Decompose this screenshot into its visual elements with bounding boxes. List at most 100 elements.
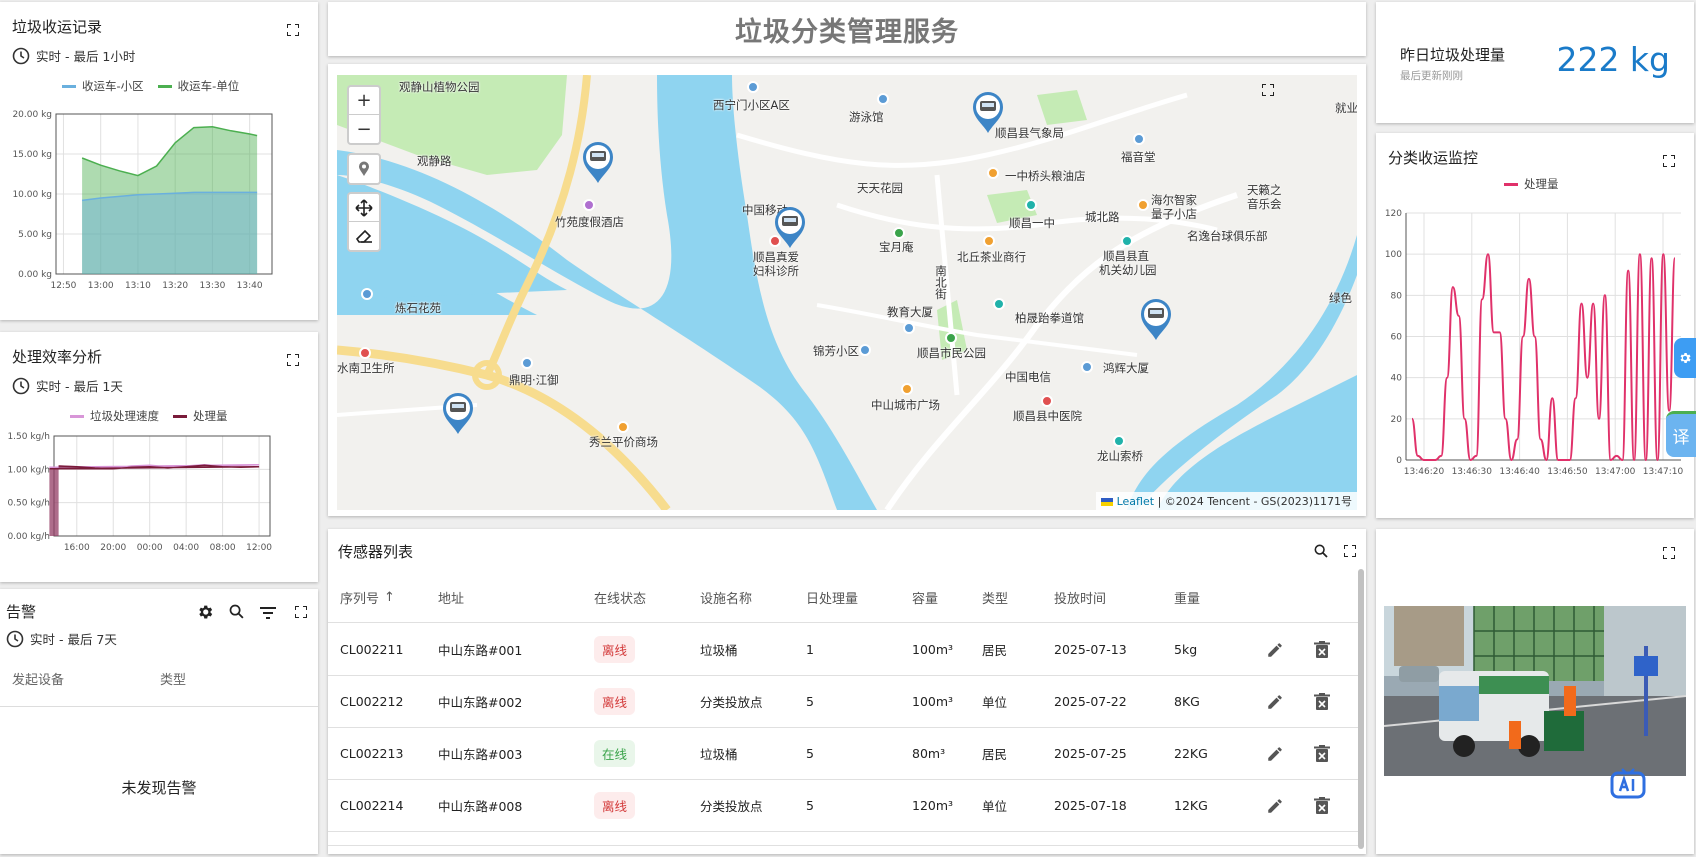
fullscreen-icon[interactable]: [1344, 545, 1356, 557]
move-icon[interactable]: [349, 194, 379, 222]
sort-arrow-up-icon[interactable]: ↑: [384, 590, 395, 605]
ai-assistant-icon[interactable]: [1608, 765, 1648, 805]
map-label: 鸿辉大厦: [1103, 361, 1149, 375]
poi-icon[interactable]: [1081, 361, 1093, 373]
map-label: 南北街: [934, 265, 948, 300]
fullscreen-icon[interactable]: [1262, 84, 1274, 96]
settings-side-tab[interactable]: [1674, 338, 1696, 378]
poi-icon[interactable]: [983, 235, 995, 247]
map-canvas[interactable]: 观静山植物公园 西宁门小区A区 游泳馆 顺昌县气象局 福音堂 观静路 一中桥头粮…: [337, 75, 1357, 510]
poi-icon[interactable]: [859, 344, 871, 356]
bus-marker-icon[interactable]: [441, 391, 475, 435]
cell-name: 垃圾桶: [700, 747, 738, 762]
x-tick-label: 13:30: [199, 281, 225, 291]
cell-status: 离线: [594, 624, 636, 675]
edit-icon[interactable]: [1266, 676, 1284, 727]
column-header[interactable]: 地址: [438, 573, 464, 622]
poi-icon[interactable]: [893, 227, 905, 239]
legend-item[interactable]: 处理量: [173, 408, 228, 424]
clock-icon: [12, 377, 30, 394]
poi-icon[interactable]: [1121, 235, 1133, 247]
settings-icon[interactable]: [196, 603, 214, 625]
poi-icon[interactable]: [1113, 435, 1125, 447]
table-row[interactable]: CL002213 中山东路#003 在线 垃圾桶 5 80m³ 居民 2025-07-25 22…: [328, 728, 1358, 780]
y-tick-label: 1.00 kg/h: [7, 465, 50, 475]
poi-icon[interactable]: [1041, 395, 1053, 407]
delete-icon[interactable]: [1314, 780, 1330, 831]
fullscreen-icon[interactable]: [1663, 155, 1675, 167]
poi-icon[interactable]: [993, 298, 1005, 310]
column-header[interactable]: 设施名称: [700, 573, 752, 622]
table-row[interactable]: CL002211 中山东路#001 离线 垃圾桶 1 100m³ 居民 2025-07-13 5…: [328, 624, 1358, 676]
poi-icon[interactable]: [521, 357, 533, 369]
stat-card: 昨日垃圾处理量 最后更新刚刚 222 kg: [1376, 2, 1694, 123]
delete-icon[interactable]: [1314, 728, 1330, 779]
map-label: 鼎明·江御: [509, 373, 559, 387]
eraser-icon[interactable]: [349, 222, 379, 250]
y-tick-label: 0.00 kg/h: [7, 532, 50, 542]
column-header[interactable]: 类型: [160, 669, 186, 688]
map-label: 绿色: [1329, 291, 1352, 305]
column-header[interactable]: 重量: [1174, 573, 1200, 622]
column-header[interactable]: 类型: [982, 573, 1008, 622]
watch-chart: 0 20 40 60 80 100 120 13:46:20 13:46:30 13:46:40 1…: [1385, 209, 1684, 477]
bus-marker-icon[interactable]: [1139, 297, 1173, 341]
edit-icon[interactable]: [1266, 780, 1284, 831]
poi-icon[interactable]: [617, 421, 629, 433]
poi-icon[interactable]: [877, 93, 889, 105]
fullscreen-icon[interactable]: [1663, 547, 1675, 559]
column-header[interactable]: 投放时间: [1054, 573, 1106, 622]
location-pin-icon[interactable]: [349, 155, 379, 183]
map-base: [337, 75, 1357, 510]
poi-icon[interactable]: [945, 332, 957, 344]
fullscreen-icon[interactable]: [295, 606, 307, 618]
alerts-header-row: 发起设备 类型: [0, 661, 318, 707]
delete-icon[interactable]: [1314, 676, 1330, 727]
search-icon[interactable]: [228, 603, 245, 624]
map-label: 顺昌市民公园: [917, 346, 986, 360]
zoom-in-button[interactable]: +: [349, 87, 379, 115]
column-header[interactable]: 日处理量: [806, 573, 858, 622]
map-label: 中国电信: [1005, 370, 1051, 384]
bus-marker-icon[interactable]: [581, 140, 615, 184]
bus-marker-icon[interactable]: [773, 205, 807, 249]
poi-icon[interactable]: [903, 322, 915, 334]
poi-icon[interactable]: [987, 167, 999, 179]
y-tick-label: 20.00 kg: [12, 110, 52, 120]
fullscreen-icon[interactable]: [287, 354, 299, 366]
column-header[interactable]: 发起设备: [12, 669, 64, 688]
delete-icon[interactable]: [1314, 624, 1330, 675]
column-header-serial[interactable]: 序列号 ↑: [340, 573, 395, 622]
fullscreen-icon[interactable]: [287, 24, 299, 36]
table-row[interactable]: CL002214 中山东路#008 离线 分类投放点 5 120m³ 单位 2025-07-1…: [328, 780, 1358, 832]
poi-icon[interactable]: [901, 383, 913, 395]
poi-icon[interactable]: [359, 347, 371, 359]
search-icon[interactable]: [1313, 543, 1329, 563]
y-tick-label: 10.00 kg: [12, 190, 52, 200]
poi-icon[interactable]: [1133, 133, 1145, 145]
table-row[interactable]: [328, 832, 1358, 846]
legend-item[interactable]: 收运车-小区: [62, 78, 144, 94]
column-header[interactable]: 容量: [912, 573, 938, 622]
column-header[interactable]: 在线状态: [594, 573, 646, 622]
poi-icon[interactable]: [747, 81, 759, 93]
translate-side-tab[interactable]: 译: [1666, 411, 1696, 457]
poi-icon[interactable]: [1025, 199, 1037, 211]
edit-icon[interactable]: [1266, 728, 1284, 779]
garbage-truck-video[interactable]: [1384, 606, 1686, 776]
leaflet-link[interactable]: Leaflet: [1117, 495, 1154, 508]
legend-item[interactable]: 收运车-单位: [157, 78, 239, 94]
filter-icon[interactable]: [260, 605, 276, 624]
poi-icon[interactable]: [1137, 199, 1149, 211]
poi-icon[interactable]: [583, 199, 595, 211]
poi-icon[interactable]: [361, 288, 373, 300]
legend-item[interactable]: 垃圾处理速度: [70, 408, 159, 424]
efficiency-subtitle: 实时 - 最后 1天: [12, 376, 123, 395]
bus-marker-icon[interactable]: [971, 90, 1005, 134]
edit-icon[interactable]: [1266, 624, 1284, 675]
table-row[interactable]: CL002212 中山东路#002 离线 分类投放点 5 100m³ 单位 2025-07-2…: [328, 676, 1358, 728]
legend-item[interactable]: 处理量: [1504, 176, 1559, 192]
zoom-out-button[interactable]: −: [349, 115, 379, 143]
table-scrollbar[interactable]: [1358, 569, 1364, 849]
cell-cap: 80m³: [912, 746, 946, 761]
